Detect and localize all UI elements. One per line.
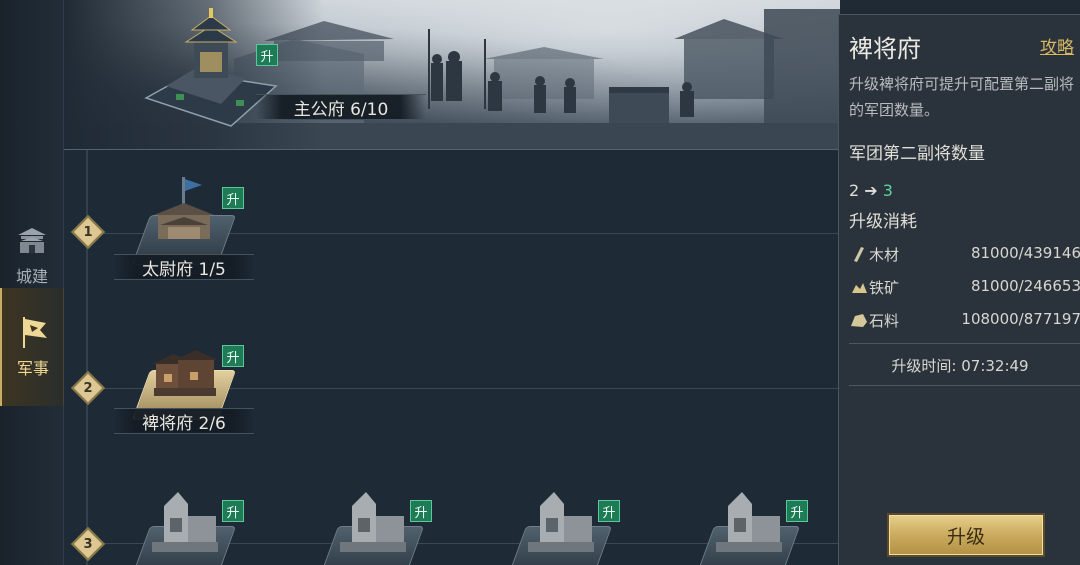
count-values: 2 ➔ 3 xyxy=(849,181,893,200)
resource-row-wood: 木材 81000/439146 xyxy=(849,241,1080,267)
upgrade-time: 升级时间: 07:32:49 xyxy=(839,355,1080,376)
main-building-banner: 升 主公府 6/10 xyxy=(64,0,840,150)
taiwei-building-label: 太尉府 1/5 xyxy=(114,254,254,280)
panel-description: 升级裨将府可提升可配置第二副将的军团数量。 xyxy=(849,75,1075,119)
panel-divider xyxy=(849,385,1080,386)
count-next: 3 xyxy=(882,181,893,200)
resource-name: 铁矿 xyxy=(869,279,900,297)
upgrade-time-label: 升级时间: xyxy=(891,357,957,375)
main-building-label: 主公府 6/10 xyxy=(256,94,426,120)
upgrade-badge: 升 xyxy=(786,500,808,522)
pijiang-hall-icon xyxy=(152,350,218,396)
resource-amount: 108000/877197 xyxy=(961,310,1080,328)
upgrade-badge: 升 xyxy=(222,187,244,209)
tier-3-building-node-3[interactable]: 升 xyxy=(495,486,625,565)
side-nav: 城建 军事 xyxy=(0,0,64,565)
siege-workshop-icon xyxy=(152,492,218,552)
iron-ore-icon xyxy=(852,283,867,293)
tree-trunk-line xyxy=(86,150,88,565)
arrow-right-icon: ➔ xyxy=(864,181,878,200)
siege-workshop-icon xyxy=(716,492,782,552)
tier-3-number: 3 xyxy=(83,536,93,552)
guide-link[interactable]: 攻略 xyxy=(1040,33,1080,58)
upgrade-badge: 升 xyxy=(256,44,278,66)
stone-icon xyxy=(851,314,867,327)
resource-amount: 81000/439146 xyxy=(970,244,1080,262)
upgrade-badge: 升 xyxy=(222,500,244,522)
tier-3-building-node-1[interactable]: 升 xyxy=(119,486,249,565)
resource-row-stone: 石料 108000/877197 xyxy=(849,307,1080,333)
taiwei-hall-icon xyxy=(154,177,214,239)
resource-amount: 81000/246653 xyxy=(970,277,1080,295)
upgrade-button[interactable]: 升级 xyxy=(889,515,1043,555)
nav-label-city: 城建 xyxy=(15,267,48,286)
city-gate-icon xyxy=(15,223,49,257)
upgrade-badge: 升 xyxy=(222,345,244,367)
panel-divider xyxy=(849,343,1080,344)
upgrade-badge: 升 xyxy=(410,500,432,522)
count-section-title: 军团第二副将数量 xyxy=(849,144,985,164)
resource-row-iron: 铁矿 81000/246653 xyxy=(849,274,1080,300)
tier-3-building-node-2[interactable]: 升 xyxy=(307,486,437,565)
siege-workshop-icon xyxy=(340,492,406,552)
war-flag-icon xyxy=(16,315,50,349)
tier-1-number: 1 xyxy=(83,224,93,240)
panel-title: 裨将府 xyxy=(849,35,921,63)
building-detail-panel: 裨将府 攻略 升级裨将府可提升可配置第二副将的军团数量。 军团第二副将数量 2 … xyxy=(838,14,1080,565)
count-current: 2 xyxy=(849,181,860,200)
nav-label-military: 军事 xyxy=(16,359,49,378)
pijiang-building-label: 裨将府 2/6 xyxy=(114,408,254,434)
siege-workshop-icon xyxy=(528,492,594,552)
resource-name: 木材 xyxy=(869,246,900,264)
tier-3-building-node-4[interactable]: 升 xyxy=(683,486,813,565)
tier-2-number: 2 xyxy=(83,380,93,396)
nav-item-military[interactable]: 军事 xyxy=(0,288,64,406)
cost-section-title: 升级消耗 xyxy=(849,212,917,232)
upgrade-time-value: 07:32:49 xyxy=(961,357,1029,375)
building-tech-tree: 1 升 太尉府 1/5 2 升 裨将府 2/6 3 升 升 升 升 xyxy=(64,150,840,565)
wood-icon xyxy=(854,247,864,262)
resource-name: 石料 xyxy=(869,312,900,330)
upgrade-badge: 升 xyxy=(598,500,620,522)
